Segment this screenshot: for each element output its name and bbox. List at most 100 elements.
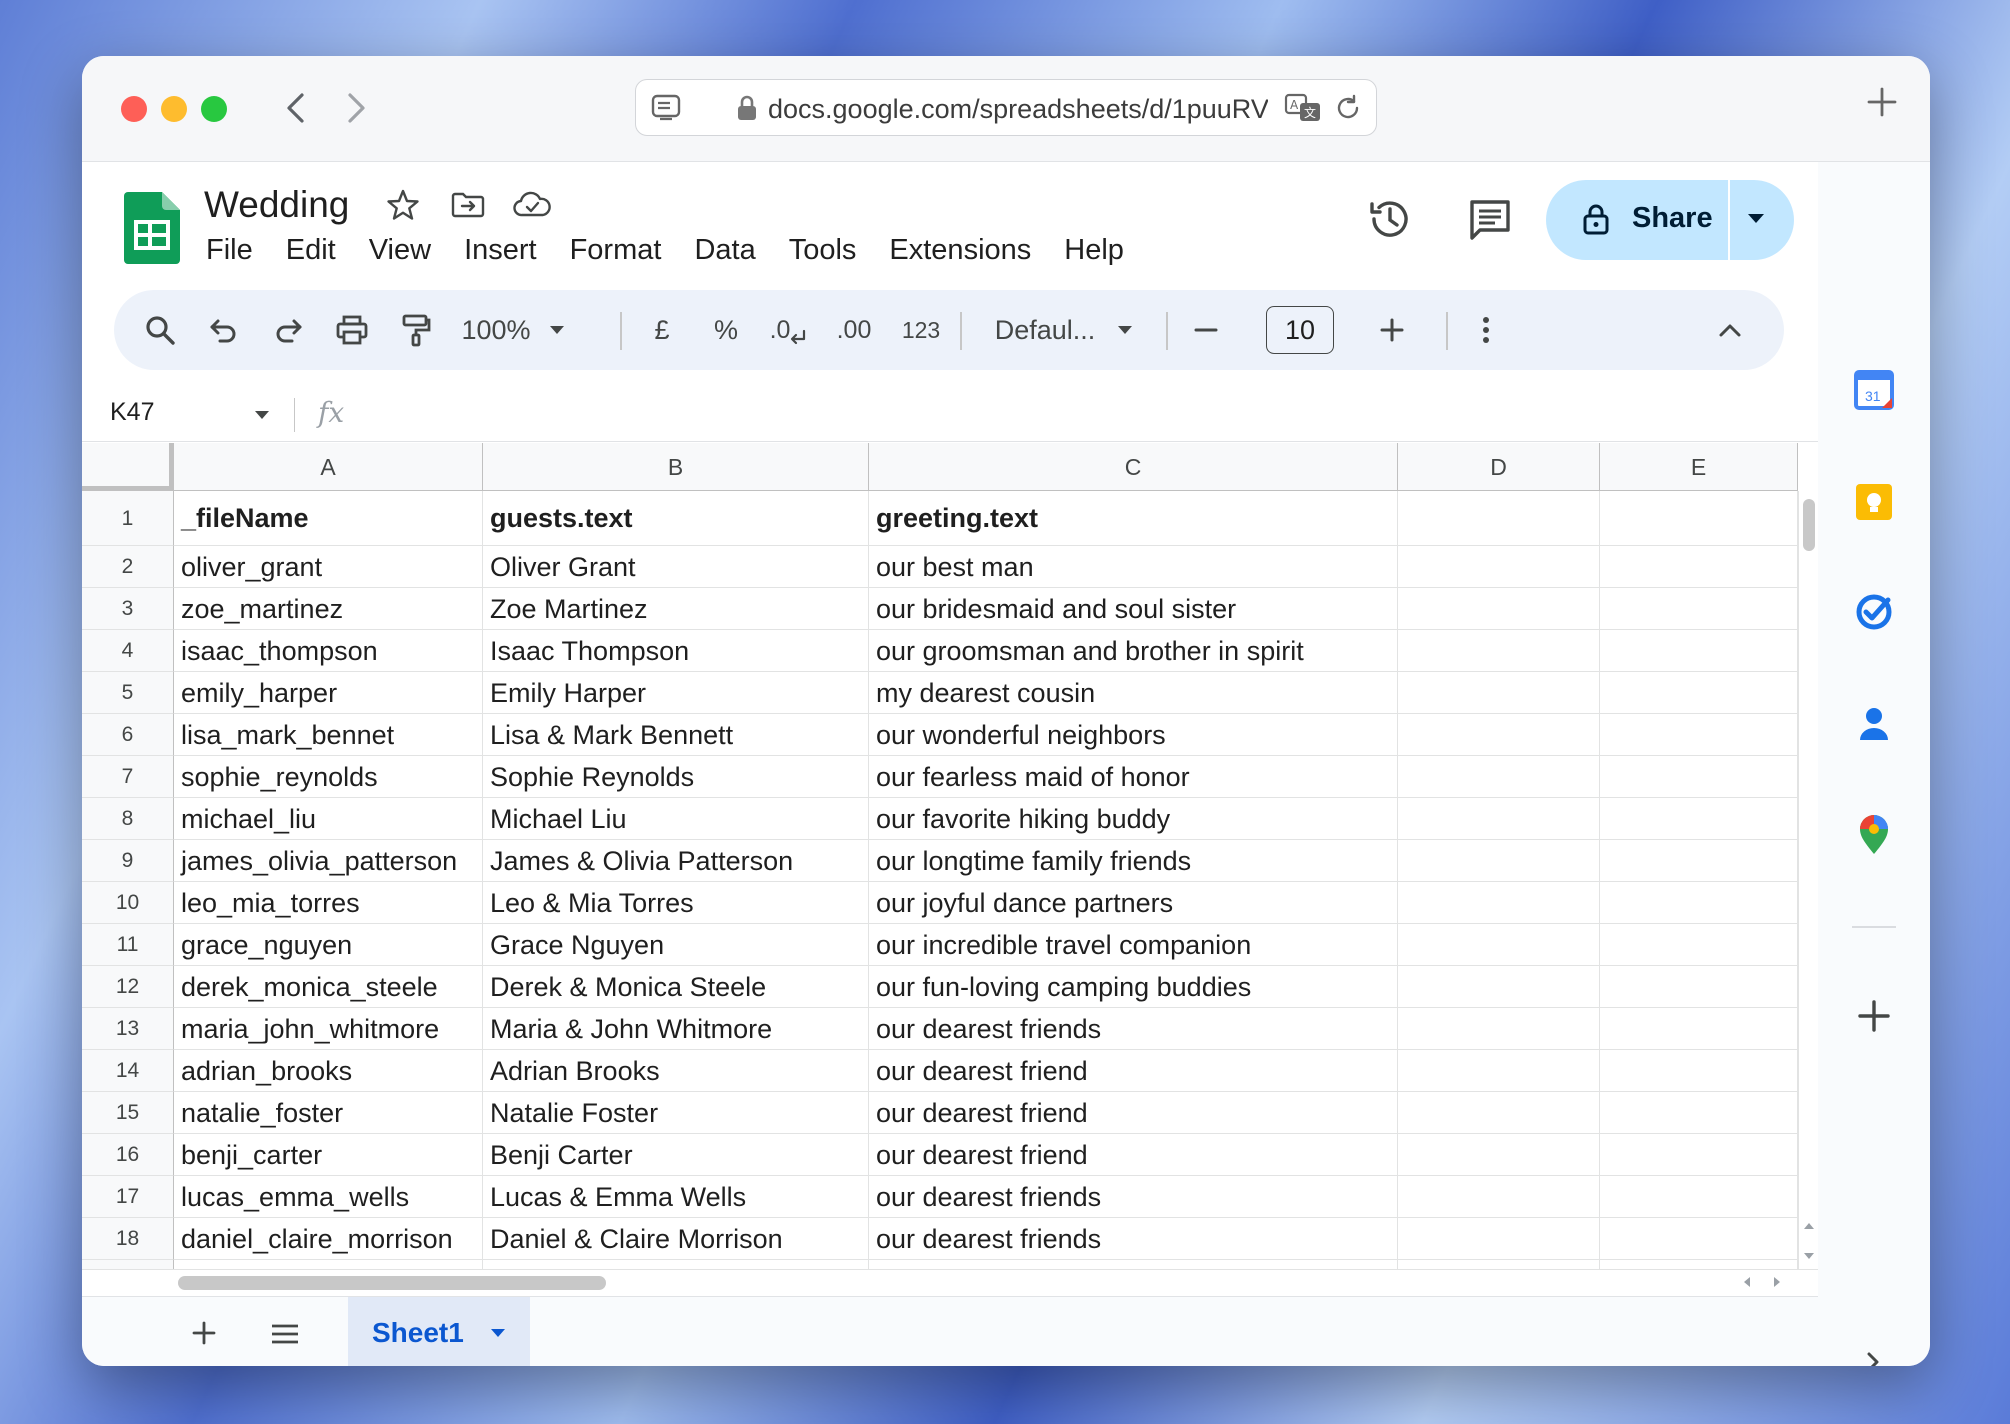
cell-a18[interactable]: daniel_claire_morrison: [174, 1218, 483, 1260]
cell-c9[interactable]: our longtime family friends: [869, 840, 1398, 882]
redo-button[interactable]: [268, 308, 308, 352]
cell-b12[interactable]: Derek & Monica Steele: [483, 966, 869, 1008]
zoom-select[interactable]: 100%: [458, 308, 568, 352]
cell-b1[interactable]: guests.text: [483, 491, 869, 546]
column-header-d[interactable]: D: [1398, 443, 1600, 491]
cell-a16[interactable]: benji_carter: [174, 1134, 483, 1176]
cell-b15[interactable]: Natalie Foster: [483, 1092, 869, 1134]
cell-e18[interactable]: [1600, 1218, 1798, 1260]
comments-icon[interactable]: [1468, 198, 1512, 242]
menu-format[interactable]: Format: [570, 234, 662, 267]
cell-e2[interactable]: [1600, 546, 1798, 588]
chevron-down-icon[interactable]: [254, 410, 270, 420]
row-header-partial[interactable]: [82, 1260, 174, 1269]
sheet-tab-sheet1[interactable]: Sheet1: [348, 1297, 530, 1366]
cell-partial[interactable]: [174, 1260, 483, 1269]
version-history-icon[interactable]: [1366, 196, 1414, 242]
row-header-3[interactable]: 3: [82, 588, 174, 630]
name-box[interactable]: K47: [110, 398, 154, 427]
cell-e17[interactable]: [1600, 1176, 1798, 1218]
cell-d14[interactable]: [1398, 1050, 1600, 1092]
cell-e7[interactable]: [1600, 756, 1798, 798]
undo-button[interactable]: [204, 308, 244, 352]
cell-e5[interactable]: [1600, 672, 1798, 714]
share-dropdown-icon[interactable]: [1746, 212, 1766, 226]
cell-e10[interactable]: [1600, 882, 1798, 924]
cloud-saved-icon[interactable]: [512, 188, 552, 222]
cell-a8[interactable]: michael_liu: [174, 798, 483, 840]
zoom-window-button[interactable]: [201, 96, 227, 122]
address-bar[interactable]: docs.google.com/spreadsheets/d/1puuRV A文: [635, 79, 1377, 136]
increase-font-size-button[interactable]: [1372, 308, 1412, 352]
hide-menus-button[interactable]: [1710, 308, 1750, 352]
decrease-font-size-button[interactable]: [1186, 308, 1226, 352]
cell-d16[interactable]: [1398, 1134, 1600, 1176]
reload-icon[interactable]: [1334, 94, 1362, 122]
menu-data[interactable]: Data: [694, 234, 755, 267]
cell-a12[interactable]: derek_monica_steele: [174, 966, 483, 1008]
calendar-icon[interactable]: 31: [1852, 368, 1896, 412]
sheets-logo-icon[interactable]: [124, 192, 180, 264]
cell-b6[interactable]: Lisa & Mark Bennett: [483, 714, 869, 756]
row-header-6[interactable]: 6: [82, 714, 174, 756]
cell-c14[interactable]: our dearest friend: [869, 1050, 1398, 1092]
new-tab-icon[interactable]: [1866, 86, 1898, 118]
add-sheet-icon[interactable]: [192, 1321, 216, 1345]
cell-d7[interactable]: [1398, 756, 1600, 798]
formula-input[interactable]: [372, 392, 1792, 436]
cell-d13[interactable]: [1398, 1008, 1600, 1050]
cell-c7[interactable]: our fearless maid of honor: [869, 756, 1398, 798]
row-header-1[interactable]: 1: [82, 491, 174, 546]
row-header-9[interactable]: 9: [82, 840, 174, 882]
cell-c18[interactable]: our dearest friends: [869, 1218, 1398, 1260]
cell-d4[interactable]: [1398, 630, 1600, 672]
cell-b2[interactable]: Oliver Grant: [483, 546, 869, 588]
sidebar-toggle-icon[interactable]: [650, 92, 682, 122]
cell-b7[interactable]: Sophie Reynolds: [483, 756, 869, 798]
menu-help[interactable]: Help: [1064, 234, 1124, 267]
cell-e6[interactable]: [1600, 714, 1798, 756]
expand-panel-icon[interactable]: [1864, 1350, 1882, 1366]
cell-c2[interactable]: our best man: [869, 546, 1398, 588]
cell-partial[interactable]: [1600, 1260, 1798, 1269]
menu-tools[interactable]: Tools: [789, 234, 857, 267]
cell-c10[interactable]: our joyful dance partners: [869, 882, 1398, 924]
cell-b17[interactable]: Lucas & Emma Wells: [483, 1176, 869, 1218]
cell-b9[interactable]: James & Olivia Patterson: [483, 840, 869, 882]
cell-a10[interactable]: leo_mia_torres: [174, 882, 483, 924]
cell-a7[interactable]: sophie_reynolds: [174, 756, 483, 798]
cell-b11[interactable]: Grace Nguyen: [483, 924, 869, 966]
scroll-left-icon[interactable]: [1742, 1276, 1752, 1288]
cell-d11[interactable]: [1398, 924, 1600, 966]
menu-view[interactable]: View: [369, 234, 431, 267]
scroll-down-icon[interactable]: [1803, 1251, 1815, 1261]
more-formats-button[interactable]: 123: [896, 308, 946, 352]
cell-e13[interactable]: [1600, 1008, 1798, 1050]
cell-b16[interactable]: Benji Carter: [483, 1134, 869, 1176]
cell-d9[interactable]: [1398, 840, 1600, 882]
horizontal-scrollbar[interactable]: [82, 1269, 1818, 1293]
cell-d18[interactable]: [1398, 1218, 1600, 1260]
cell-a14[interactable]: adrian_brooks: [174, 1050, 483, 1092]
cell-b13[interactable]: Maria & John Whitmore: [483, 1008, 869, 1050]
cell-a6[interactable]: lisa_mark_bennet: [174, 714, 483, 756]
cell-c12[interactable]: our fun-loving camping buddies: [869, 966, 1398, 1008]
cell-b4[interactable]: Isaac Thompson: [483, 630, 869, 672]
cell-partial[interactable]: [1398, 1260, 1600, 1269]
cell-c6[interactable]: our wonderful neighbors: [869, 714, 1398, 756]
cell-d17[interactable]: [1398, 1176, 1600, 1218]
menu-file[interactable]: File: [206, 234, 253, 267]
cell-e11[interactable]: [1600, 924, 1798, 966]
cell-c3[interactable]: our bridesmaid and soul sister: [869, 588, 1398, 630]
row-header-5[interactable]: 5: [82, 672, 174, 714]
cell-e15[interactable]: [1600, 1092, 1798, 1134]
increase-decimal-button[interactable]: .00: [824, 308, 884, 352]
chevron-down-icon[interactable]: [490, 1328, 506, 1338]
cell-e1[interactable]: [1600, 491, 1798, 546]
font-size-input[interactable]: 10: [1266, 306, 1334, 354]
menu-extensions[interactable]: Extensions: [889, 234, 1031, 267]
search-menus-button[interactable]: [140, 308, 180, 352]
cell-e14[interactable]: [1600, 1050, 1798, 1092]
font-select[interactable]: Defaul...: [984, 308, 1144, 352]
cell-a9[interactable]: james_olivia_patterson: [174, 840, 483, 882]
